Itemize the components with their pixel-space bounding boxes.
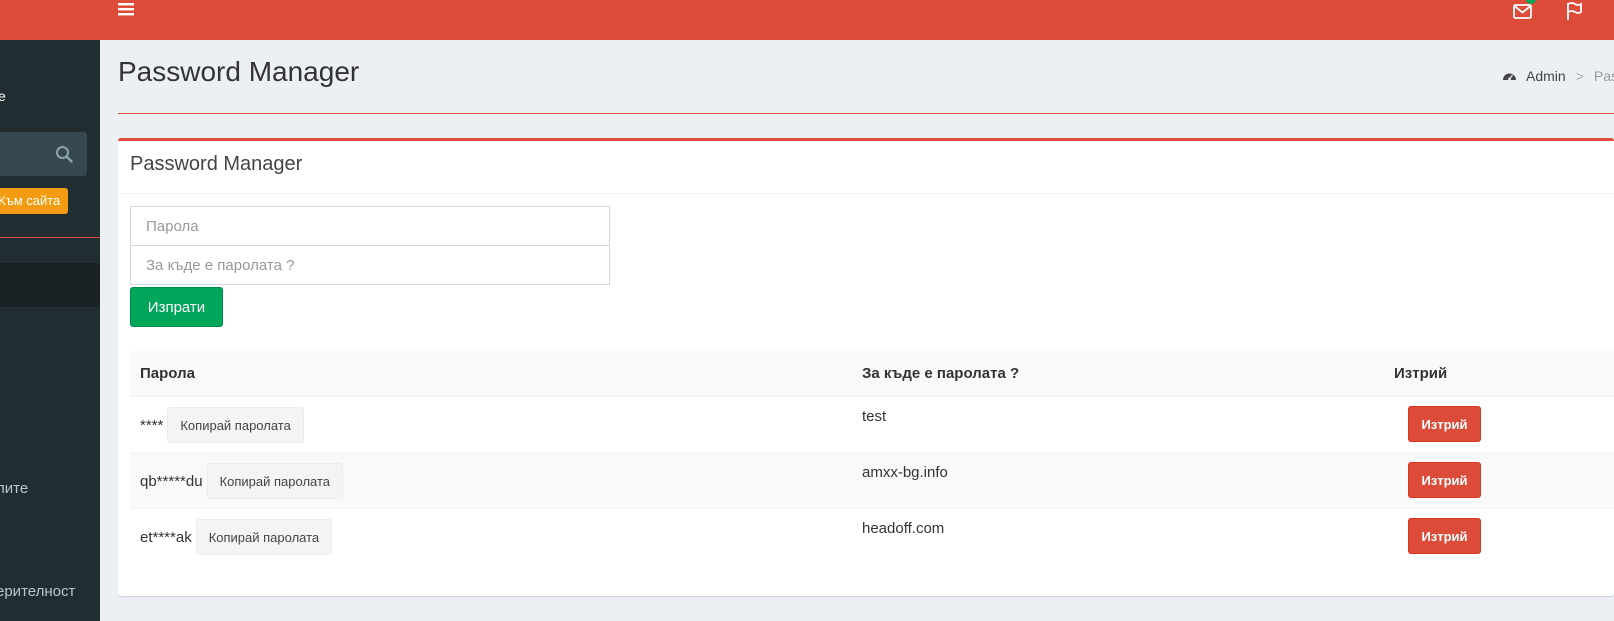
masked-password: **** bbox=[140, 416, 164, 434]
breadcrumb-separator: > bbox=[1575, 68, 1584, 84]
password-purpose-input[interactable] bbox=[130, 245, 610, 285]
password-input[interactable] bbox=[130, 206, 610, 246]
flag-icon[interactable] bbox=[1564, 1, 1584, 21]
table-row: **** Копирай паролата test Изтрий bbox=[130, 396, 1614, 452]
sidebar-divider bbox=[0, 237, 100, 238]
hamburger-icon[interactable] bbox=[118, 2, 134, 16]
top-navbar bbox=[100, 0, 1614, 40]
sidebar-search[interactable] bbox=[0, 132, 87, 176]
password-cell: **** Копирай паролата bbox=[140, 397, 304, 453]
submit-button[interactable]: Изпрати bbox=[130, 287, 223, 327]
copy-password-button[interactable]: Копирай паролата bbox=[195, 519, 333, 555]
box-title: Password Manager bbox=[130, 153, 303, 175]
password-cell: et****ak Копирай паролата bbox=[140, 509, 333, 565]
sidebar: e Към сайта лите ерителност bbox=[0, 0, 100, 621]
password-manager-box: Password Manager Изпрати Парола За къде … bbox=[118, 138, 1614, 596]
sidebar-item-label[interactable]: ерителност bbox=[0, 583, 75, 600]
envelope-icon[interactable] bbox=[1512, 2, 1534, 20]
sidebar-item-active[interactable] bbox=[0, 263, 100, 307]
delete-button[interactable]: Изтрий bbox=[1408, 462, 1481, 498]
passwords-table: Парола За къде е паролата ? Изтрий **** … bbox=[130, 351, 1614, 564]
breadcrumb-home-link[interactable]: Admin bbox=[1526, 68, 1566, 84]
column-header-password: Парола bbox=[140, 365, 195, 382]
table-row: et****ak Копирай паролата headoff.com Из… bbox=[130, 508, 1614, 564]
password-purpose: amxx-bg.info bbox=[862, 464, 948, 481]
box-header: Password Manager bbox=[118, 141, 1614, 194]
delete-button[interactable]: Изтрий bbox=[1408, 518, 1481, 554]
search-icon[interactable] bbox=[55, 145, 73, 163]
password-purpose: test bbox=[862, 408, 887, 425]
go-to-site-button[interactable]: Към сайта bbox=[0, 188, 69, 214]
sidebar-item-label[interactable]: лите bbox=[0, 480, 28, 497]
masked-password: et****ak bbox=[140, 528, 192, 546]
password-purpose: headoff.com bbox=[862, 520, 945, 537]
breadcrumb: Admin > Pass bbox=[1502, 68, 1614, 84]
copy-password-button[interactable]: Копирай паролата bbox=[206, 463, 344, 499]
dashboard-icon bbox=[1503, 73, 1516, 81]
delete-button[interactable]: Изтрий bbox=[1408, 406, 1481, 442]
sidebar-brand[interactable] bbox=[0, 0, 100, 40]
breadcrumb-current: Pass bbox=[1593, 68, 1614, 84]
sidebar-user-text: e bbox=[0, 88, 6, 104]
masked-password: qb*****du bbox=[140, 472, 203, 490]
copy-password-button[interactable]: Копирай паролата bbox=[167, 407, 304, 443]
header-divider bbox=[118, 113, 1614, 114]
column-header-where: За къде е паролата ? bbox=[862, 365, 1020, 382]
table-header: Парола За къде е паролата ? Изтрий bbox=[130, 351, 1614, 396]
password-cell: qb*****du Копирай паролата bbox=[140, 453, 344, 509]
table-row: qb*****du Копирай паролата amxx-bg.info … bbox=[130, 452, 1614, 508]
column-header-delete: Изтрий bbox=[1394, 365, 1448, 382]
page-title: Password Manager bbox=[118, 56, 360, 87]
